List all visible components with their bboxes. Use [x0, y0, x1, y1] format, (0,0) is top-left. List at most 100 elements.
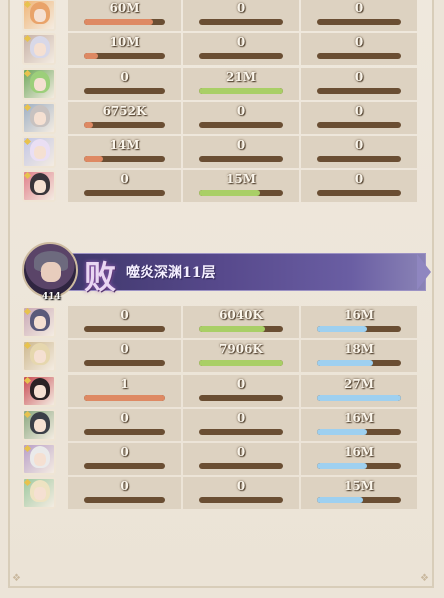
stat-value: 0: [354, 1, 364, 15]
stat-cell-c3: 16M: [301, 306, 417, 338]
stat-bar: [199, 53, 283, 60]
stat-bar: [317, 87, 401, 94]
table-row: 0 21M 0: [22, 67, 428, 100]
stat-cell-c3: 0: [301, 101, 417, 134]
stat-value: 6040K: [219, 308, 263, 322]
stat-cell-c3: 0: [301, 0, 417, 31]
stat-value: 14M: [109, 138, 140, 153]
stat-bar: [84, 428, 165, 435]
stat-cell-c3: 0: [301, 136, 417, 169]
stat-cell-c3: 0: [301, 170, 417, 203]
table-row: 0 0 16M: [22, 443, 428, 476]
table-row: 0 6040K 16M: [22, 306, 428, 338]
stat-bar: [199, 190, 283, 197]
stat-cell-c2: 0: [183, 33, 299, 66]
stat-value: 16M: [344, 410, 374, 425]
star-icon: [24, 308, 32, 316]
hero-avatar[interactable]: [22, 443, 56, 476]
table-row: 14M 0 0: [22, 136, 428, 169]
stat-value: 0: [120, 445, 129, 460]
stat-bar-fill: [84, 156, 103, 163]
stat-cell-c2: 0: [183, 0, 299, 31]
stat-bar-fill: [317, 463, 367, 470]
stat-value: 0: [236, 410, 246, 425]
star-icon: [24, 35, 32, 43]
hero-avatar[interactable]: [22, 340, 56, 373]
stat-bar: [317, 428, 401, 435]
boss-portrait[interactable]: [22, 242, 78, 298]
stat-bar: [199, 360, 283, 367]
defeat-label: 败: [84, 258, 117, 296]
hero-avatar[interactable]: [22, 374, 56, 407]
stat-bar: [199, 394, 283, 401]
stat-bar: [317, 463, 401, 470]
stat-bar: [84, 156, 165, 163]
stat-cell-c1: 10M: [68, 33, 181, 66]
stat-value: 0: [236, 35, 246, 50]
stat-bar-fill: [84, 53, 98, 60]
table-row: 0 0 15M: [22, 477, 428, 510]
hero-avatar[interactable]: [22, 67, 56, 100]
hero-avatar[interactable]: [22, 306, 56, 338]
stat-value: 0: [236, 445, 246, 460]
star-icon: [24, 103, 32, 111]
stat-cell-c2: 6040K: [183, 306, 299, 338]
stat-cell-c2: 7906K: [183, 340, 299, 373]
stat-bar: [317, 121, 401, 128]
stat-cell-c1: 0: [68, 306, 181, 338]
stat-cell-c1: 6752K: [68, 101, 181, 134]
stat-value: 0: [354, 103, 364, 118]
stat-cell-c2: 0: [183, 136, 299, 169]
stat-bar: [199, 428, 283, 435]
hero-avatar[interactable]: [22, 477, 56, 510]
team1-stats-list: 60M 0 0 10M 0 0 0 21M 0 6752K 0 0 14M 0 0 0 15M 0: [22, 0, 428, 205]
star-icon: [24, 445, 32, 453]
stat-cell-c3: 18M: [301, 340, 417, 373]
stat-bar: [84, 394, 165, 401]
hero-avatar[interactable]: [22, 170, 56, 203]
stat-value: 15M: [226, 172, 256, 187]
stat-bar: [199, 19, 283, 25]
stat-bar-fill: [199, 87, 283, 94]
table-row: 60M 0 0: [22, 0, 428, 31]
stat-value: 0: [354, 35, 364, 50]
stat-bar: [84, 121, 165, 128]
stat-bar: [84, 87, 165, 94]
stat-cell-c3: 0: [301, 33, 417, 66]
table-row: 0 7906K 18M: [22, 340, 428, 373]
stat-bar-fill: [317, 394, 401, 401]
stat-value: 0: [120, 69, 129, 84]
stat-value: 21M: [226, 69, 256, 84]
stat-cell-c3: 0: [301, 67, 417, 100]
hero-avatar[interactable]: [22, 33, 56, 66]
stat-bar-fill: [317, 428, 367, 435]
stat-bar: [84, 497, 165, 504]
hero-avatar[interactable]: [22, 136, 56, 169]
hero-avatar[interactable]: [22, 101, 56, 134]
stat-value: 60M: [109, 1, 140, 15]
stat-cell-c3: 16M: [301, 443, 417, 476]
star-icon: [24, 69, 32, 77]
stat-bar: [84, 19, 165, 25]
stat-bar: [199, 497, 283, 504]
hero-avatar[interactable]: [22, 408, 56, 441]
stat-bar: [317, 53, 401, 60]
stat-bar-fill: [317, 360, 374, 367]
stat-bar-fill: [199, 360, 283, 367]
stat-bar: [317, 326, 401, 332]
stat-bar: [199, 121, 283, 128]
stat-value: 0: [354, 172, 364, 187]
stat-value: 0: [236, 479, 246, 494]
hero-avatar[interactable]: [22, 0, 56, 31]
stat-value: 0: [120, 410, 129, 425]
stat-bar: [317, 19, 401, 25]
stat-value: 10M: [109, 35, 140, 50]
stat-cell-c2: 0: [183, 443, 299, 476]
stat-bar: [317, 156, 401, 163]
stat-value: 15M: [344, 479, 374, 494]
stat-cell-c1: 0: [68, 477, 181, 510]
stat-cell-c2: 0: [183, 408, 299, 441]
stat-cell-c3: 16M: [301, 408, 417, 441]
star-icon: [24, 410, 32, 418]
stat-cell-c1: 0: [68, 170, 181, 203]
